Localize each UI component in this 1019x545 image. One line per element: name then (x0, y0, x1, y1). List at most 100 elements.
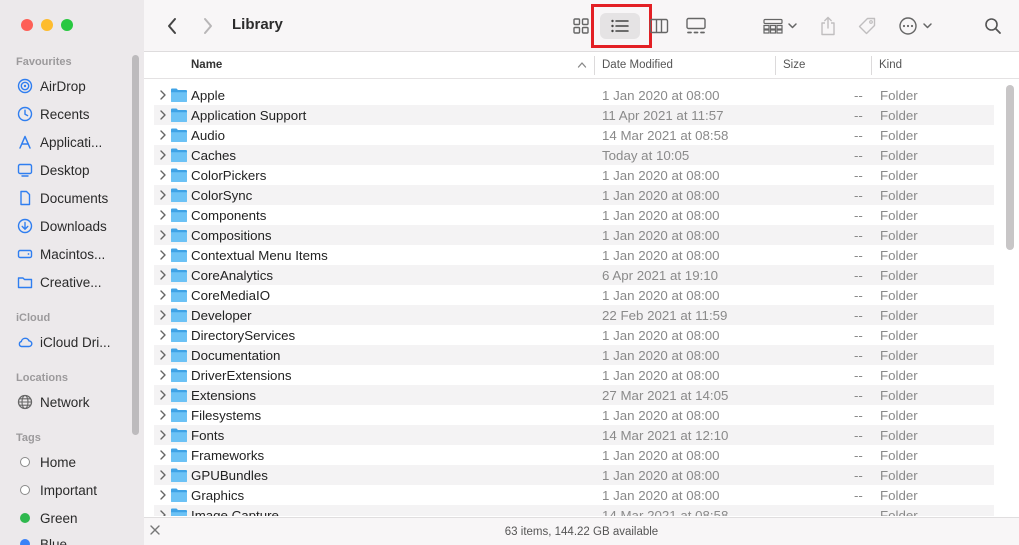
sidebar-item-downloads[interactable]: Downloads (16, 214, 126, 238)
sidebar-item-documents[interactable]: Documents (16, 186, 126, 210)
file-date-modified: 27 Mar 2021 at 14:05 (602, 388, 729, 403)
column-divider[interactable] (775, 56, 776, 75)
column-header-date-modified[interactable]: Date Modified (602, 59, 673, 71)
file-name: Graphics (191, 488, 245, 503)
disclosure-chevron-icon[interactable] (158, 168, 168, 182)
table-row[interactable]: Contextual Menu Items 1 Jan 2020 at 08:00… (154, 245, 994, 265)
table-row[interactable]: ColorPickers 1 Jan 2020 at 08:00 -- Folder (154, 165, 994, 185)
back-button[interactable] (162, 13, 182, 39)
folder-icon (171, 348, 187, 362)
disclosure-chevron-icon[interactable] (158, 268, 168, 282)
disclosure-chevron-icon[interactable] (158, 128, 168, 142)
chevron-right-icon (204, 18, 212, 34)
file-date-modified: 1 Jan 2020 at 08:00 (602, 328, 720, 343)
table-row[interactable]: Compositions 1 Jan 2020 at 08:00 -- Folder (154, 225, 994, 245)
search-button[interactable] (982, 13, 1004, 39)
group-by-button[interactable] (760, 13, 802, 39)
gallery-view-button[interactable] (684, 13, 708, 39)
disclosure-chevron-icon[interactable] (158, 248, 168, 262)
disclosure-chevron-icon[interactable] (158, 508, 168, 516)
file-size: -- (854, 428, 863, 443)
table-row[interactable]: Developer 22 Feb 2021 at 11:59 -- Folder (154, 305, 994, 325)
sort-ascending-icon[interactable] (577, 61, 587, 69)
sidebar-section-tags: Tags (16, 432, 41, 444)
file-name: Contextual Menu Items (191, 248, 328, 263)
file-date-modified: 1 Jan 2020 at 08:00 (602, 228, 720, 243)
disclosure-chevron-icon[interactable] (158, 428, 168, 442)
column-divider[interactable] (594, 56, 595, 75)
sidebar-tag-home[interactable]: Home (16, 450, 126, 474)
disclosure-chevron-icon[interactable] (158, 388, 168, 402)
table-row[interactable]: Extensions 27 Mar 2021 at 14:05 -- Folder (154, 385, 994, 405)
table-row[interactable]: CoreAnalytics 6 Apr 2021 at 19:10 -- Folder (154, 265, 994, 285)
sidebar-item-creative[interactable]: Creative... (16, 270, 126, 294)
table-row[interactable]: Components 1 Jan 2020 at 08:00 -- Folder (154, 205, 994, 225)
disclosure-chevron-icon[interactable] (158, 288, 168, 302)
status-bar: 63 items, 144.22 GB available (144, 517, 1019, 545)
share-button[interactable] (818, 13, 838, 39)
table-row[interactable]: DirectoryServices 1 Jan 2020 at 08:00 -- Fo… (154, 325, 994, 345)
file-date-modified: 1 Jan 2020 at 08:00 (602, 208, 720, 223)
file-kind: Folder (880, 368, 918, 383)
file-list-scrollbar[interactable] (1006, 85, 1014, 250)
sidebar-tag-important[interactable]: Important (16, 478, 126, 502)
table-row[interactable]: Image Capture 14 Mar 2021 at 08:58 -- Folde… (154, 505, 994, 516)
disclosure-chevron-icon[interactable] (158, 108, 168, 122)
sidebar-tag-blue[interactable]: Blue (16, 532, 126, 545)
table-row[interactable]: Frameworks 1 Jan 2020 at 08:00 -- Folder (154, 445, 994, 465)
sidebar-item-applications[interactable]: Applicati... (16, 130, 126, 154)
sidebar-item-network[interactable]: Network (16, 390, 126, 414)
disclosure-chevron-icon[interactable] (158, 348, 168, 362)
folder-icon (171, 208, 187, 222)
sidebar-item-label: Green (40, 510, 78, 526)
disclosure-chevron-icon[interactable] (158, 448, 168, 462)
file-size: -- (854, 88, 863, 103)
table-row[interactable]: Documentation 1 Jan 2020 at 08:00 -- Folder (154, 345, 994, 365)
disclosure-chevron-icon[interactable] (158, 408, 168, 422)
more-actions-button[interactable] (896, 13, 936, 39)
sidebar-item-macintosh-hd[interactable]: Macintos... (16, 242, 126, 266)
sidebar-item-recents[interactable]: Recents (16, 102, 126, 126)
column-header-kind[interactable]: Kind (879, 59, 902, 71)
disclosure-chevron-icon[interactable] (158, 488, 168, 502)
disclosure-chevron-icon[interactable] (158, 468, 168, 482)
folder-icon (16, 274, 33, 291)
column-divider[interactable] (871, 56, 872, 75)
disclosure-chevron-icon[interactable] (158, 88, 168, 102)
download-icon (16, 218, 33, 235)
disclosure-chevron-icon[interactable] (158, 328, 168, 342)
disclosure-chevron-icon[interactable] (158, 208, 168, 222)
table-row[interactable]: GPUBundles 1 Jan 2020 at 08:00 -- Folder (154, 465, 994, 485)
table-row[interactable]: Graphics 1 Jan 2020 at 08:00 -- Folder (154, 485, 994, 505)
table-row[interactable]: Caches Today at 10:05 -- Folder (154, 145, 994, 165)
forward-button[interactable] (198, 13, 218, 39)
disclosure-chevron-icon[interactable] (158, 148, 168, 162)
column-header-name[interactable]: Name (191, 59, 222, 71)
close-window-button[interactable] (21, 19, 33, 31)
column-view-button[interactable] (648, 13, 670, 39)
sidebar-scrollbar[interactable] (132, 55, 139, 435)
table-row[interactable]: DriverExtensions 1 Jan 2020 at 08:00 -- Fol… (154, 365, 994, 385)
zoom-window-button[interactable] (61, 19, 73, 31)
sidebar-item-airdrop[interactable]: AirDrop (16, 74, 126, 98)
table-row[interactable]: Audio 14 Mar 2021 at 08:58 -- Folder (154, 125, 994, 145)
table-row[interactable]: Fonts 14 Mar 2021 at 12:10 -- Folder (154, 425, 994, 445)
minimize-window-button[interactable] (41, 19, 53, 31)
tag-button[interactable] (856, 13, 878, 39)
sidebar-tag-green[interactable]: Green (16, 506, 126, 530)
table-row[interactable]: Apple 1 Jan 2020 at 08:00 -- Folder (154, 85, 994, 105)
disclosure-chevron-icon[interactable] (158, 188, 168, 202)
column-header-size[interactable]: Size (783, 59, 805, 71)
icon-view-button[interactable] (570, 13, 592, 39)
table-row[interactable]: ColorSync 1 Jan 2020 at 08:00 -- Folder (154, 185, 994, 205)
file-kind: Folder (880, 108, 918, 123)
disclosure-chevron-icon[interactable] (158, 228, 168, 242)
sidebar-item-desktop[interactable]: Desktop (16, 158, 126, 182)
table-row[interactable]: Filesystems 1 Jan 2020 at 08:00 -- Folder (154, 405, 994, 425)
sidebar-item-icloud-drive[interactable]: iCloud Dri... (16, 330, 126, 354)
disclosure-chevron-icon[interactable] (158, 308, 168, 322)
file-size: -- (854, 208, 863, 223)
table-row[interactable]: Application Support 11 Apr 2021 at 11:57 -… (154, 105, 994, 125)
disclosure-chevron-icon[interactable] (158, 368, 168, 382)
table-row[interactable]: CoreMediaIO 1 Jan 2020 at 08:00 -- Folder (154, 285, 994, 305)
